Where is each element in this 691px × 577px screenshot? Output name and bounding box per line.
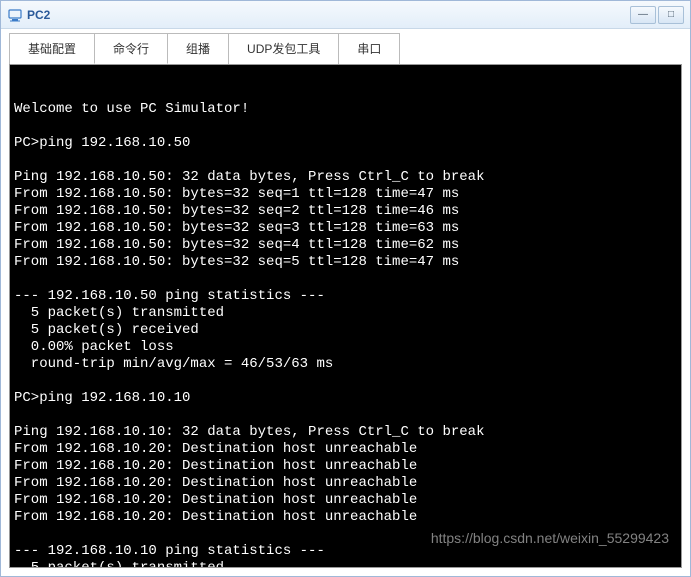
terminal-line: From 192.168.10.20: Destination host unr… xyxy=(14,441,677,458)
window-title: PC2 xyxy=(27,8,50,22)
title-bar: PC2 — □ xyxy=(1,1,690,29)
terminal-line: Ping 192.168.10.10: 32 data bytes, Press… xyxy=(14,424,677,441)
terminal-line: PC>ping 192.168.10.10 xyxy=(14,390,677,407)
terminal-line: 5 packet(s) transmitted xyxy=(14,305,677,322)
app-icon xyxy=(7,7,23,23)
window-controls: — □ xyxy=(630,6,684,24)
terminal-line: Welcome to use PC Simulator! xyxy=(14,101,677,118)
terminal-line: round-trip min/avg/max = 46/53/63 ms xyxy=(14,356,677,373)
terminal-line: From 192.168.10.20: Destination host unr… xyxy=(14,458,677,475)
terminal-line: From 192.168.10.50: bytes=32 seq=1 ttl=1… xyxy=(14,186,677,203)
tab-basic-config[interactable]: 基础配置 xyxy=(9,33,95,64)
minimize-button[interactable]: — xyxy=(630,6,656,24)
app-window: PC2 — □ 基础配置 命令行 组播 UDP发包工具 串口 Welcome t… xyxy=(0,0,691,577)
terminal-line xyxy=(14,152,677,169)
tab-serial[interactable]: 串口 xyxy=(338,33,400,64)
terminal-line xyxy=(14,373,677,390)
terminal-line: --- 192.168.10.50 ping statistics --- xyxy=(14,288,677,305)
terminal-line xyxy=(14,407,677,424)
terminal-line: From 192.168.10.50: bytes=32 seq=2 ttl=1… xyxy=(14,203,677,220)
tab-udp-tool[interactable]: UDP发包工具 xyxy=(228,33,339,64)
terminal-line: 5 packet(s) transmitted xyxy=(14,560,677,568)
terminal-line: 5 packet(s) received xyxy=(14,322,677,339)
terminal-line: From 192.168.10.50: bytes=32 seq=3 ttl=1… xyxy=(14,220,677,237)
terminal-line: From 192.168.10.20: Destination host unr… xyxy=(14,509,677,526)
watermark-text: https://blog.csdn.net/weixin_55299423 xyxy=(431,530,669,547)
terminal-line xyxy=(14,271,677,288)
terminal-line xyxy=(14,118,677,135)
terminal-line: 0.00% packet loss xyxy=(14,339,677,356)
maximize-button[interactable]: □ xyxy=(658,6,684,24)
terminal-line: From 192.168.10.20: Destination host unr… xyxy=(14,492,677,509)
terminal-output[interactable]: Welcome to use PC Simulator! PC>ping 192… xyxy=(9,64,682,568)
title-left: PC2 xyxy=(7,7,50,23)
terminal-line: From 192.168.10.50: bytes=32 seq=4 ttl=1… xyxy=(14,237,677,254)
terminal-line: Ping 192.168.10.50: 32 data bytes, Press… xyxy=(14,169,677,186)
terminal-line: From 192.168.10.20: Destination host unr… xyxy=(14,475,677,492)
tab-multicast[interactable]: 组播 xyxy=(167,33,229,64)
tab-bar: 基础配置 命令行 组播 UDP发包工具 串口 xyxy=(1,29,690,64)
tab-command-line[interactable]: 命令行 xyxy=(94,33,168,64)
terminal-line: PC>ping 192.168.10.50 xyxy=(14,135,677,152)
terminal-line: From 192.168.10.50: bytes=32 seq=5 ttl=1… xyxy=(14,254,677,271)
